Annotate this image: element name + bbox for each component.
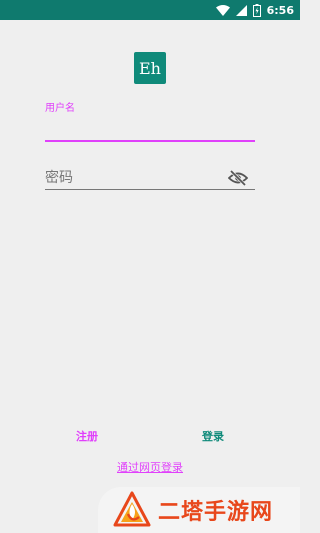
watermark-logo-icon xyxy=(113,491,151,527)
register-button[interactable]: 注册 xyxy=(72,428,102,444)
visibility-off-icon[interactable] xyxy=(227,167,249,189)
signal-icon xyxy=(235,4,247,16)
username-input[interactable] xyxy=(45,116,255,138)
password-input[interactable] xyxy=(45,166,225,188)
app-logo: Eh xyxy=(134,52,166,84)
password-underline xyxy=(45,189,255,190)
battery-icon xyxy=(252,3,261,17)
web-login-link[interactable]: 通过网页登录 xyxy=(100,459,200,475)
watermark-text: 二塔手游网 xyxy=(158,500,274,525)
watermark: 二塔手游网 xyxy=(98,487,300,533)
status-bar: 6:56 xyxy=(0,0,300,20)
username-label: 用户名 xyxy=(45,103,75,114)
username-underline xyxy=(45,140,255,142)
wifi-icon xyxy=(215,4,230,16)
signin-button[interactable]: 登录 xyxy=(198,428,228,444)
status-icons: 6:56 xyxy=(215,2,294,18)
status-time: 6:56 xyxy=(266,3,294,17)
